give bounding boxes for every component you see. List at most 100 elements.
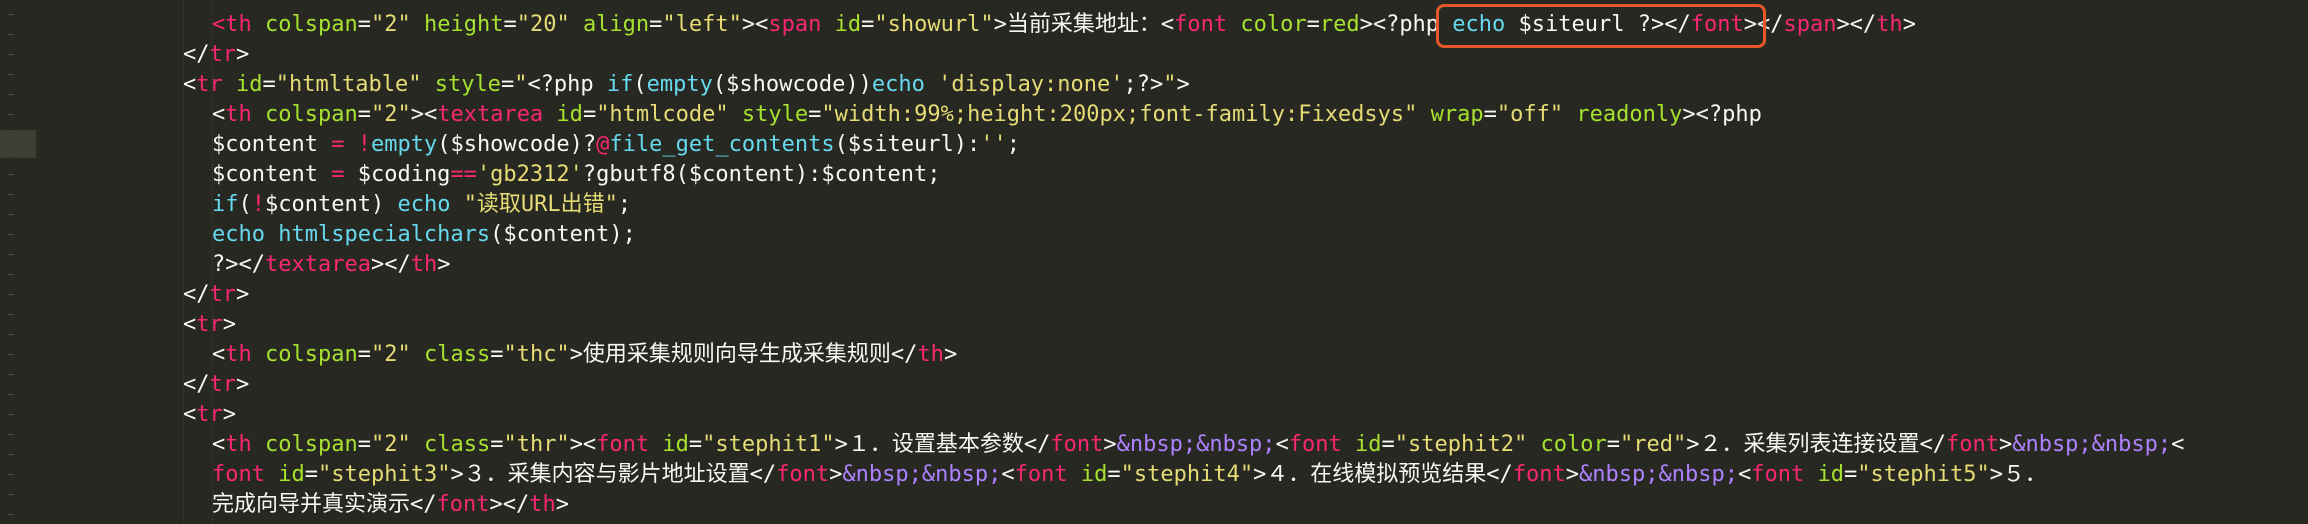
code-token: "htmltable" — [275, 72, 422, 97]
code-token: 'display:none' — [938, 72, 1124, 97]
gutter-marker — [8, 354, 14, 355]
code-token: id — [662, 432, 689, 457]
code-token: th — [410, 252, 438, 277]
code-token: echo — [397, 192, 451, 217]
code-token: <th — [212, 12, 252, 37]
code-token: "20" — [516, 12, 570, 37]
code-token: wrap — [1430, 102, 1484, 127]
gutter-marker — [8, 434, 14, 435]
code-line[interactable]: <tr> — [183, 400, 236, 430]
code-token: > — [1998, 432, 2013, 457]
gutter-marker — [8, 34, 14, 35]
code-token: >< — [410, 102, 438, 127]
code-line[interactable]: <th colspan="2" class="thc">使用采集规则向导生成采集… — [212, 340, 957, 370]
code-token: tr — [209, 372, 237, 397]
code-token: red — [1319, 12, 1360, 37]
code-line[interactable]: font id="stephit3">３．采集内容与影片地址设置</font>&… — [212, 460, 2047, 490]
code-token: </ — [183, 42, 210, 67]
code-token: >< — [569, 432, 597, 457]
code-token: ( — [633, 72, 647, 97]
code-token: th — [225, 342, 252, 367]
code-token: tr — [196, 312, 223, 337]
code-line[interactable]: </tr> — [183, 280, 249, 310]
code-token: > — [222, 402, 236, 427]
gutter-marker — [8, 114, 14, 115]
line-gutter — [0, 0, 36, 524]
code-token: >３．采集内容与影片地址设置</ — [450, 462, 777, 487]
code-token: span — [1783, 12, 1837, 37]
code-token: "thr" — [503, 432, 570, 457]
code-token: < — [1738, 462, 1752, 487]
code-token: empty — [370, 132, 438, 157]
code-token: = — [331, 132, 345, 157]
code-token: = — [582, 102, 597, 127]
code-line[interactable]: $content = !empty($showcode)?@file_get_c… — [212, 130, 1020, 160]
code-token: >使用采集规则向导生成采集规则</ — [569, 342, 918, 367]
gutter-marker — [8, 74, 14, 75]
code-token: ?></ — [212, 252, 265, 277]
code-token: > — [1176, 72, 1190, 97]
code-editor[interactable]: <th colspan="2" height="20" align="left"… — [0, 0, 2308, 524]
code-line[interactable]: if(!$content) echo "读取URL出错"; — [212, 190, 631, 220]
gutter-marker — [8, 394, 14, 395]
code-token: tr — [209, 42, 237, 67]
gutter-marker — [8, 474, 14, 475]
code-token: < — [212, 432, 226, 457]
code-token: th — [225, 432, 252, 457]
code-token: = — [503, 12, 517, 37]
code-line[interactable]: <th colspan="2" class="thr"><font id="st… — [212, 430, 2184, 460]
code-token: font — [1751, 462, 1805, 487]
code-line[interactable]: <tr> — [183, 310, 236, 340]
code-token: < — [183, 402, 197, 427]
code-token: = — [262, 72, 276, 97]
gutter-marker — [8, 234, 14, 235]
code-token: font — [1288, 432, 1342, 457]
code-line[interactable]: ?></textarea></th> — [212, 250, 450, 280]
code-token: <?php — [527, 72, 607, 97]
code-token: $content) — [265, 192, 398, 217]
code-token: ></ — [370, 252, 411, 277]
code-token: $content — [212, 132, 332, 157]
code-token: "stephit5" — [1857, 462, 1990, 487]
gutter-marker — [8, 94, 14, 95]
code-token: = — [490, 342, 504, 367]
code-token: " — [514, 72, 528, 97]
code-line[interactable]: </tr> — [183, 370, 249, 400]
code-token: $coding — [344, 162, 451, 187]
gutter-marker — [8, 514, 14, 515]
code-token: = — [1306, 12, 1320, 37]
code-line[interactable]: 完成向导并真实演示</font></th> — [212, 490, 569, 520]
code-token: = — [649, 12, 663, 37]
code-token: empty — [646, 72, 713, 97]
code-token: ($showcode)) — [712, 72, 872, 97]
code-token: == — [450, 162, 477, 187]
code-token: font — [436, 492, 490, 517]
code-line[interactable]: <th colspan="2"><textarea id="htmlcode" … — [212, 100, 1762, 130]
code-token: color — [1240, 12, 1307, 37]
gutter-marker — [8, 194, 14, 195]
code-token: "stephit2" — [1394, 432, 1528, 457]
gutter-marker — [8, 254, 14, 255]
gutter-marker — [8, 154, 14, 155]
code-token: th — [917, 342, 944, 367]
code-token: file_get_contents — [609, 132, 835, 157]
code-line[interactable]: $content = $coding=='gb2312'?gbutf8($con… — [212, 160, 941, 190]
code-line[interactable]: <tr id="htmltable" style="<?php if(empty… — [183, 70, 1190, 100]
code-line[interactable]: echo htmlspecialchars($content); — [212, 220, 636, 250]
code-token: id — [1355, 432, 1382, 457]
code-line[interactable]: </tr> — [183, 40, 249, 70]
code-token: > — [1565, 462, 1580, 487]
gutter-marker — [8, 414, 14, 415]
code-token: ($content); — [490, 222, 636, 247]
code-token: 'gb2312' — [476, 162, 583, 187]
code-token: font — [212, 462, 265, 487]
